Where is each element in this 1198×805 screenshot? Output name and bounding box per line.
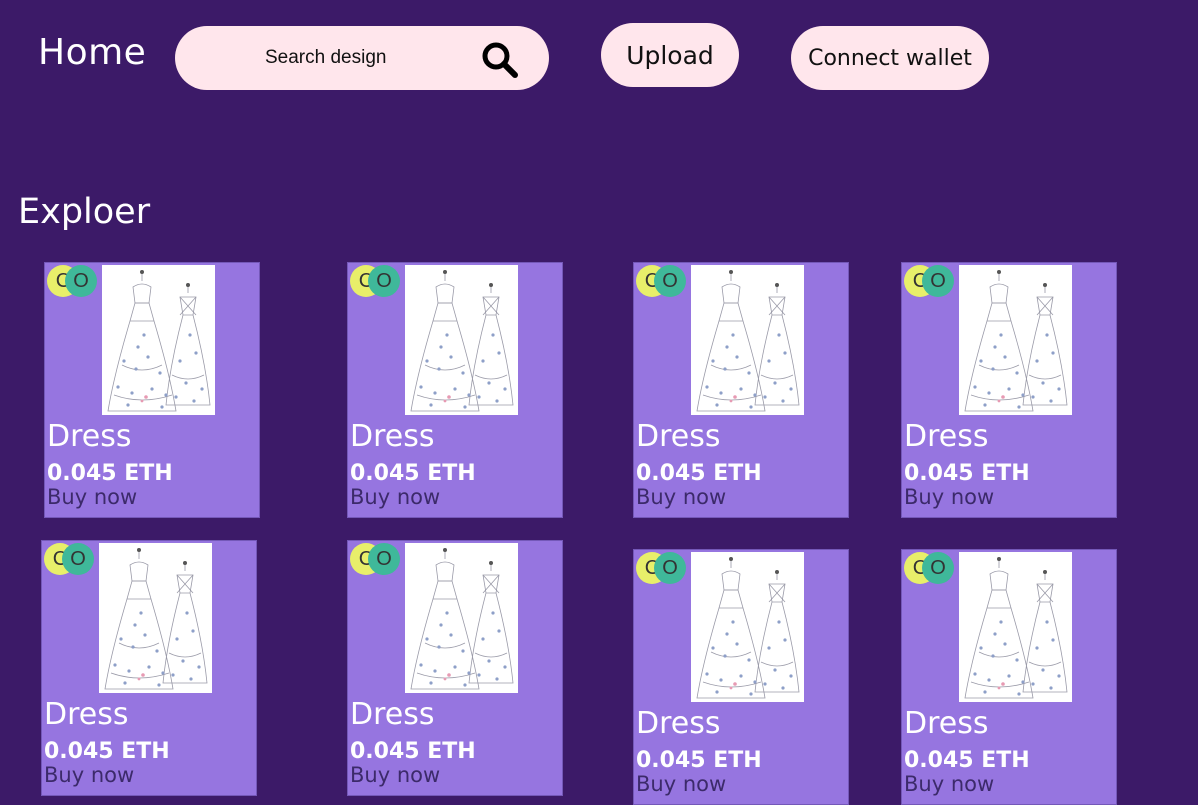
search-input[interactable] [265,46,465,70]
dress-image[interactable] [102,265,215,415]
card-price: 0.045 ETH [44,739,170,764]
dress-image[interactable] [691,552,804,702]
dress-image[interactable] [405,543,518,693]
badge-o: O [654,552,686,584]
currency-badges: CO [636,265,690,299]
design-card[interactable]: CO Dress 0.045 ETH Buy now [347,540,563,796]
badge-o: O [922,265,954,297]
design-card[interactable]: CO Dress 0.045 ETH Buy now [347,262,563,518]
currency-badges: CO [904,552,958,586]
design-card[interactable]: CO Dress 0.045 ETH Buy now [41,540,257,796]
upload-button[interactable]: Upload [601,23,739,87]
dress-image[interactable] [405,265,518,415]
badge-o: O [654,265,686,297]
badge-o: O [922,552,954,584]
home-link[interactable]: Home [38,32,146,73]
card-title: Dress [44,697,129,732]
currency-badges: CO [350,543,404,577]
card-price: 0.045 ETH [636,461,762,486]
currency-badges: CO [44,543,98,577]
card-price: 0.045 ETH [350,739,476,764]
card-title: Dress [904,419,989,454]
design-card[interactable]: CO Dress 0.045 ETH Buy now [901,262,1117,518]
section-heading: Exploer [18,192,151,232]
connect-wallet-button[interactable]: Connect wallet [791,26,989,90]
buy-now-button[interactable]: Buy now [904,772,994,796]
currency-badges: CO [47,265,101,299]
dress-image[interactable] [959,552,1072,702]
card-title: Dress [350,419,435,454]
buy-now-button[interactable]: Buy now [636,485,726,509]
card-title: Dress [350,697,435,732]
currency-badges: CO [904,265,958,299]
buy-now-button[interactable]: Buy now [47,485,137,509]
design-card[interactable]: CO Dress 0.045 ETH Buy now [633,262,849,518]
card-price: 0.045 ETH [47,461,173,486]
card-title: Dress [47,419,132,454]
card-price: 0.045 ETH [636,748,762,773]
badge-o: O [368,265,400,297]
currency-badges: CO [636,552,690,586]
card-price: 0.045 ETH [904,461,1030,486]
design-card[interactable]: CO Dress 0.045 ETH Buy now [633,549,849,805]
search-bar [175,26,549,90]
badge-o: O [65,265,97,297]
buy-now-button[interactable]: Buy now [904,485,994,509]
card-price: 0.045 ETH [350,461,476,486]
card-title: Dress [636,419,721,454]
card-title: Dress [904,706,989,741]
badge-o: O [368,543,400,575]
design-card[interactable]: CO Dress 0.045 ETH Buy now [901,549,1117,805]
dress-image[interactable] [959,265,1072,415]
buy-now-button[interactable]: Buy now [350,763,440,787]
card-price: 0.045 ETH [904,748,1030,773]
buy-now-button[interactable]: Buy now [44,763,134,787]
dress-image[interactable] [99,543,212,693]
buy-now-button[interactable]: Buy now [636,772,726,796]
card-title: Dress [636,706,721,741]
badge-o: O [62,543,94,575]
design-card[interactable]: CO Dress 0.045 ETH Buy now [44,262,260,518]
search-icon[interactable] [480,40,520,80]
dress-image[interactable] [691,265,804,415]
buy-now-button[interactable]: Buy now [350,485,440,509]
currency-badges: CO [350,265,404,299]
